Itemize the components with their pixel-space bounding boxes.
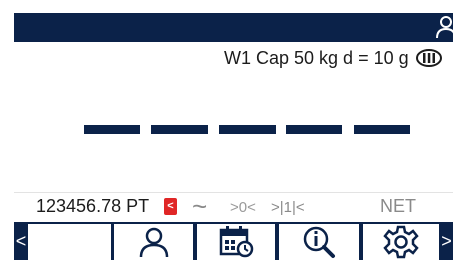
softkey-user[interactable] xyxy=(114,224,193,260)
user-icon[interactable] xyxy=(435,14,453,40)
scale-info: W1 Cap 50 kg d = 10 g xyxy=(224,46,443,70)
weight-dash xyxy=(84,125,140,134)
softkey-bar: < > xyxy=(14,222,453,260)
accuracy-class-III-icon xyxy=(415,49,443,67)
motion-icon: ~ xyxy=(192,191,208,221)
header-bar xyxy=(14,13,453,42)
calendar-clock-icon xyxy=(219,226,254,258)
center-of-zero-icon: >0< xyxy=(230,199,256,216)
weight-dash xyxy=(219,125,276,134)
tare-value: 123456.78 PT xyxy=(36,196,150,216)
softkey-prev-arrow[interactable]: < xyxy=(14,222,28,260)
softkey-calendar[interactable] xyxy=(197,224,275,260)
zero-tracking-icon: < xyxy=(164,198,177,215)
weight-dash xyxy=(354,125,410,134)
softkey-settings[interactable] xyxy=(363,224,439,260)
user-icon xyxy=(139,227,168,258)
softkey-blank[interactable] xyxy=(28,224,111,260)
net-label: NET xyxy=(380,196,416,216)
weight-dash xyxy=(286,125,342,134)
left-margin xyxy=(0,13,14,260)
weight-dash xyxy=(151,125,208,134)
weight-display xyxy=(84,125,410,135)
gear-icon xyxy=(383,225,419,259)
range-indicator-icon: >|1|< xyxy=(271,199,305,216)
scale-info-text: W1 Cap 50 kg d = 10 g xyxy=(224,47,409,68)
softkey-info[interactable] xyxy=(279,224,359,260)
info-magnifier-icon xyxy=(303,226,335,258)
status-row: 123456.78 PT < ~ >0< >|1|< NET xyxy=(14,192,453,221)
softkey-next-arrow[interactable]: > xyxy=(440,222,453,260)
